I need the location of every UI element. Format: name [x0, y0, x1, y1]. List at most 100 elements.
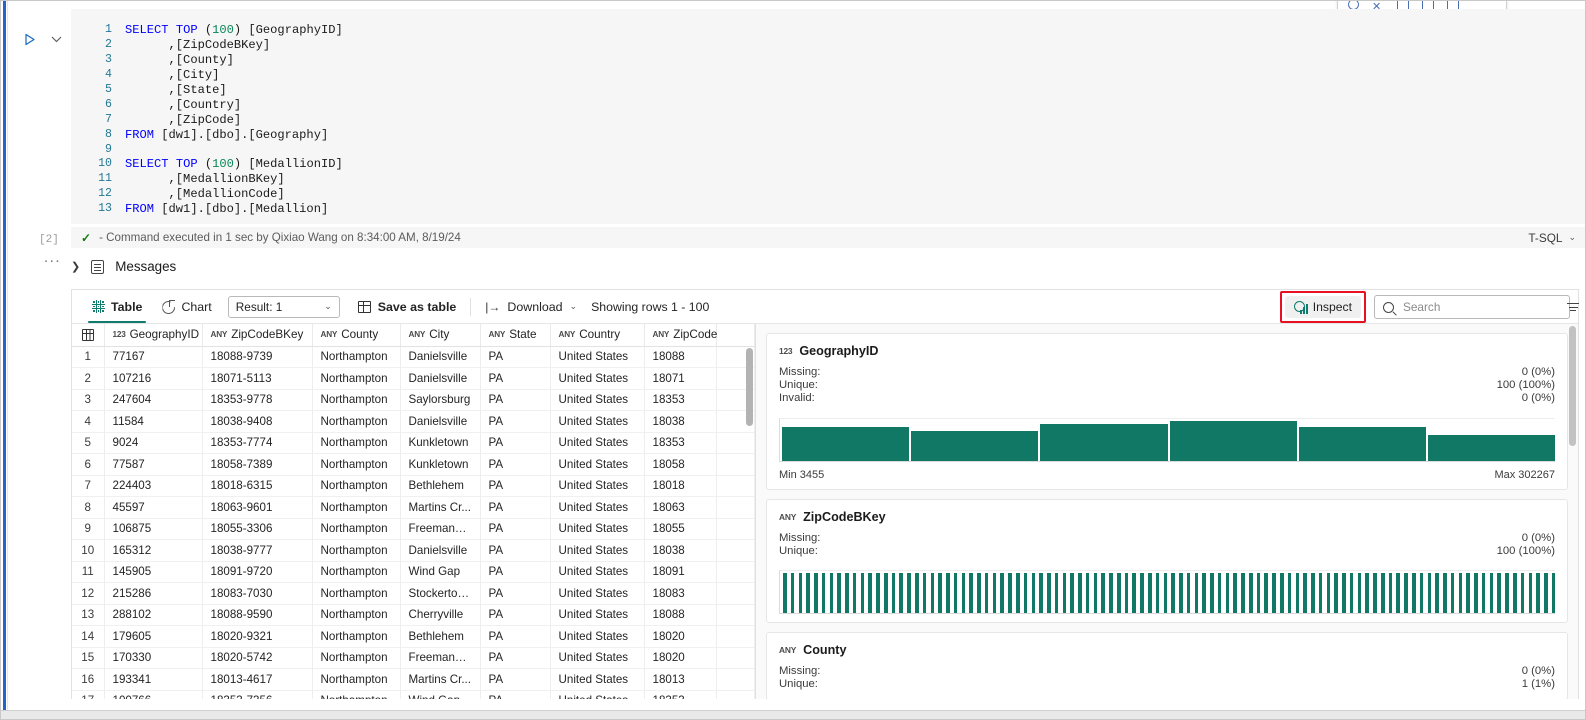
table-cell-zipcode[interactable]: 18083 [644, 582, 717, 605]
table-row[interactable]: 15 170330 18020-5742 Northampton Freemansb..… [72, 647, 755, 669]
table-row[interactable]: 9 106875 18055-3306 Northampton Freemansb...… [72, 518, 755, 540]
inspect-pane[interactable]: 123 GeographyID Missing: 0 (0%) Unique: 100 (… [756, 324, 1578, 699]
table-cell-zipcodebkey[interactable]: 18353-7356 [202, 690, 313, 699]
table-cell-city[interactable]: Kunkletown [400, 432, 481, 454]
table-cell-zipcodebkey[interactable]: 18020-5742 [202, 647, 313, 669]
table-cell-geographyid[interactable]: 193341 [104, 668, 203, 691]
table-cell-geographyid[interactable]: 9024 [104, 432, 203, 454]
column-header-county[interactable]: ANY County [312, 324, 401, 347]
table-cell-state[interactable]: PA [480, 625, 551, 648]
table-cell-county[interactable]: Northampton [312, 604, 401, 626]
data-grid-pane[interactable]: 123 GeographyID ANY ZipCodeBKey ANY County ANY… [72, 324, 756, 699]
table-cell-zipcode[interactable]: 18020 [644, 625, 717, 648]
table-cell-country[interactable]: United States [550, 453, 645, 476]
table-cell-zipcodebkey[interactable]: 18038-9777 [202, 539, 313, 562]
table-cell-state[interactable]: PA [480, 582, 551, 605]
table-row[interactable]: 7 224403 18018-6315 Northampton Bethlehem PA U… [72, 475, 755, 497]
table-row[interactable]: 1710076618353-7356NorthamptonWind GapPAU… [72, 690, 755, 699]
download-button[interactable]: |→ Download ⌄ [477, 295, 585, 319]
table-cell-city[interactable]: Danielsville [400, 539, 481, 562]
table-cell-state[interactable]: PA [480, 367, 551, 390]
table-cell-country[interactable]: United States [550, 367, 645, 390]
table-cell-zipcodebkey[interactable]: 18020-9321 [202, 625, 313, 648]
table-row[interactable]: 16 193341 18013-4617 Northampton Martins Cr.… [72, 668, 755, 691]
table-row[interactable]: 14 179605 18020-9321 Northampton Bethlehem PA… [72, 625, 755, 648]
table-cell-city[interactable]: Danielsville [400, 346, 481, 368]
table-cell-county[interactable]: Northampton [312, 346, 401, 368]
table-cell-city[interactable]: Martins Cr... [400, 668, 481, 691]
column-header-state[interactable]: ANY State [480, 324, 551, 347]
column-header-city[interactable]: ANY City [400, 324, 481, 347]
table-cell-zipcodebkey[interactable]: 18013-4617 [202, 668, 313, 691]
table-cell-state[interactable]: PA [480, 389, 551, 411]
table-cell-county[interactable]: Northampton [312, 367, 401, 390]
table-cell-geographyid[interactable]: 179605 [104, 625, 203, 648]
table-cell-country[interactable]: United States [550, 389, 645, 411]
table-cell-city[interactable]: Freemansb... [400, 518, 481, 540]
tab-chart[interactable]: Chart [152, 290, 221, 323]
table-cell-geographyid[interactable]: 145905 [104, 561, 203, 583]
table-cell-geographyid[interactable]: 165312 [104, 539, 203, 562]
table-cell-county[interactable]: Northampton [312, 475, 401, 497]
table-cell-geographyid[interactable]: 224403 [104, 475, 203, 497]
messages-section-toggle[interactable]: ❯ Messages [71, 259, 176, 274]
table-cell-county[interactable]: Northampton [312, 518, 401, 540]
table-cell-zipcodebkey[interactable]: 18088-9590 [202, 604, 313, 626]
table-row[interactable]: 2 107216 18071-5113 Northampton Danielsville… [72, 367, 755, 390]
filter-icon[interactable] [1567, 302, 1579, 312]
inspect-button[interactable]: Inspect [1284, 296, 1361, 318]
inspect-vertical-scrollbar[interactable] [1569, 326, 1576, 446]
table-cell-geographyid[interactable]: 11584 [104, 410, 203, 433]
table-cell-state[interactable]: PA [480, 496, 551, 519]
table-cell-country[interactable]: United States [550, 604, 645, 626]
table-cell-country[interactable]: United States [550, 496, 645, 519]
table-cell-geographyid[interactable]: 45597 [104, 496, 203, 519]
table-cell-zipcode[interactable]: 18055 [644, 518, 717, 540]
search-box[interactable] [1374, 295, 1579, 319]
table-cell-zipcodebkey[interactable]: 18353-7774 [202, 432, 313, 454]
table-cell-state[interactable]: PA [480, 647, 551, 669]
result-set-select[interactable]: Result: 1 ⌄ [227, 295, 340, 318]
table-cell-zipcodebkey[interactable]: 18071-5113 [202, 367, 313, 390]
table-cell-country[interactable]: United States [550, 625, 645, 648]
table-cell-zipcode[interactable]: 18038 [644, 410, 717, 433]
table-cell-city[interactable]: Martins Cr... [400, 496, 481, 519]
table-cell-zipcode[interactable]: 18353 [644, 389, 717, 411]
table-cell-country[interactable]: United States [550, 518, 645, 540]
table-cell-zipcode[interactable]: 18063 [644, 496, 717, 519]
table-cell-zipcode[interactable]: 18018 [644, 475, 717, 497]
table-cell-state[interactable]: PA [480, 539, 551, 562]
table-cell-zipcode[interactable]: 18058 [644, 453, 717, 476]
table-cell-county[interactable]: Northampton [312, 432, 401, 454]
table-cell-country[interactable]: United States [550, 582, 645, 605]
table-cell-state[interactable]: PA [480, 668, 551, 691]
table-cell-state[interactable]: PA [480, 690, 551, 699]
table-cell-city[interactable]: Stockertown [400, 582, 481, 605]
table-cell-zipcodebkey[interactable]: 18063-9601 [202, 496, 313, 519]
table-cell-city[interactable]: Saylorsburg [400, 389, 481, 411]
column-header-geographyid[interactable]: 123 GeographyID [104, 324, 203, 347]
table-cell-zipcodebkey[interactable]: 18088-9739 [202, 346, 313, 368]
table-cell-state[interactable]: PA [480, 518, 551, 540]
table-row[interactable]: 4 11584 18038-9408 Northampton Danielsville P… [72, 410, 755, 433]
table-cell-geographyid[interactable]: 100766 [104, 690, 203, 699]
table-cell-zipcode[interactable]: 18013 [644, 668, 717, 691]
table-cell-county[interactable]: Northampton [312, 410, 401, 433]
table-cell-country[interactable]: United States [550, 539, 645, 562]
table-cell-geographyid[interactable]: 77167 [104, 346, 203, 368]
table-cell-country[interactable]: United States [550, 690, 645, 699]
table-cell-city[interactable]: Danielsville [400, 367, 481, 390]
table-cell-zipcodebkey[interactable]: 18018-6315 [202, 475, 313, 497]
table-cell-zipcodebkey[interactable]: 18038-9408 [202, 410, 313, 433]
table-row[interactable]: 11 145905 18091-9720 Northampton Wind Gap PA U… [72, 561, 755, 583]
table-cell-county[interactable]: Northampton [312, 690, 401, 699]
table-cell-zipcode[interactable]: 18353 [644, 690, 717, 699]
table-cell-geographyid[interactable]: 77587 [104, 453, 203, 476]
tab-table[interactable]: Table [82, 290, 152, 323]
table-row[interactable]: 5 9024 18353-7774 Northampton Kunkletown PA Un… [72, 432, 755, 454]
table-cell-zipcode[interactable]: 18071 [644, 367, 717, 390]
table-cell-state[interactable]: PA [480, 410, 551, 433]
table-cell-zipcode[interactable]: 18020 [644, 647, 717, 669]
column-header-zipcodebkey[interactable]: ANY ZipCodeBKey [202, 324, 313, 347]
table-cell-state[interactable]: PA [480, 346, 551, 368]
